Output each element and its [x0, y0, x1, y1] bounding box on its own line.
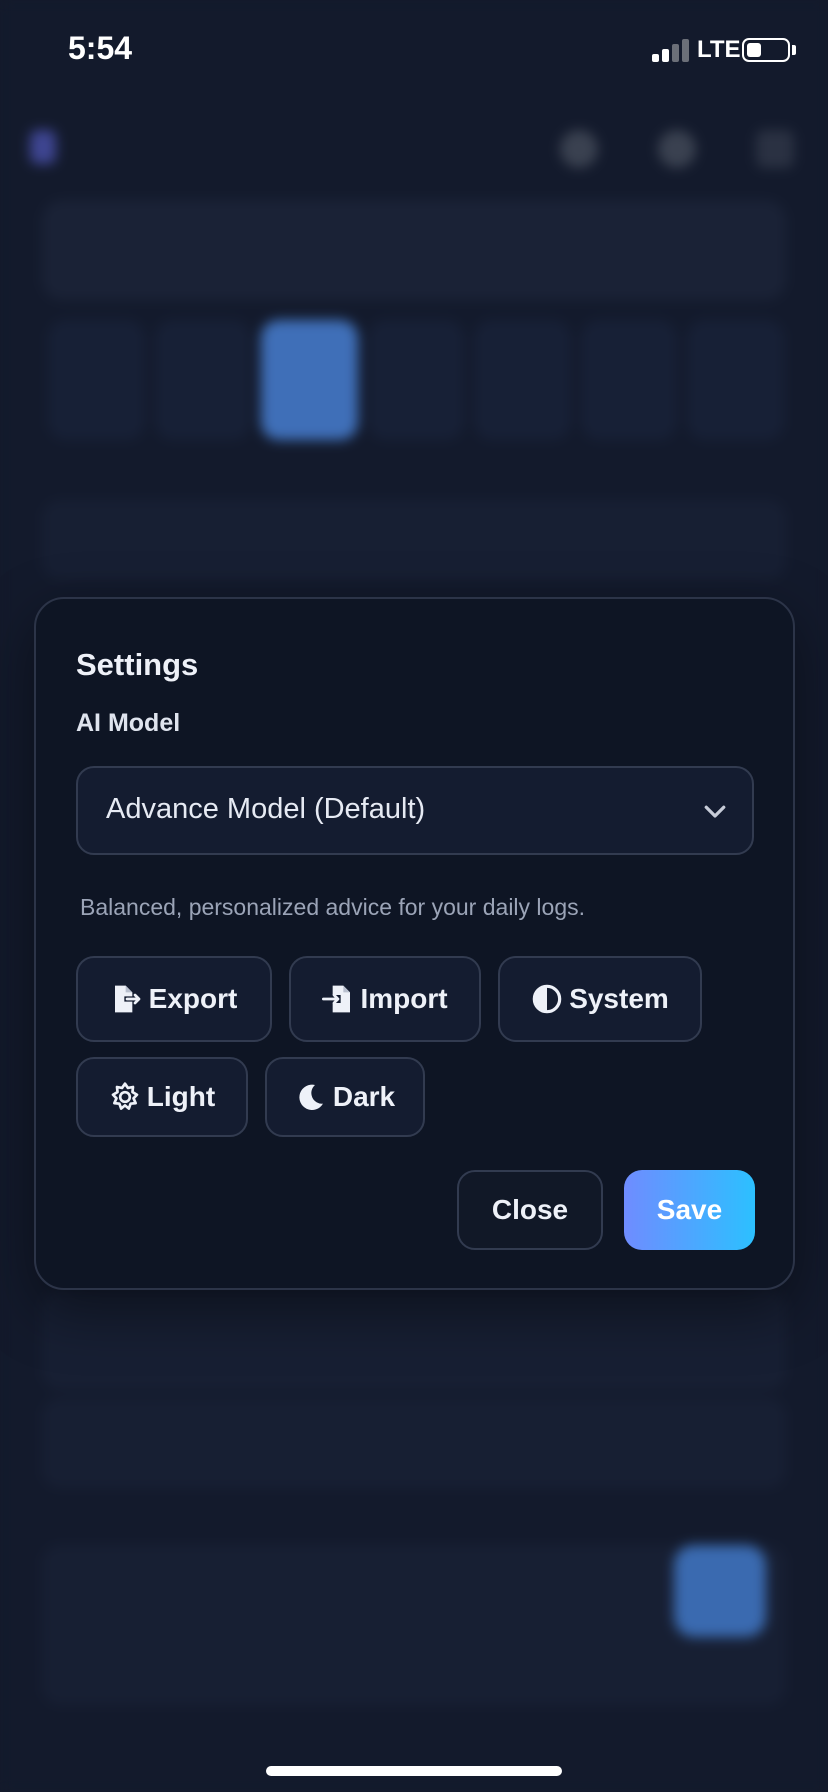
ai-model-select[interactable]: Advance Model (Default) — [76, 766, 754, 855]
background-header-icon — [658, 130, 696, 168]
ai-model-label: AI Model — [76, 709, 181, 737]
background-day-strip — [48, 320, 785, 440]
battery-icon — [742, 38, 790, 62]
status-bar: 5:54 LTE — [0, 0, 828, 100]
close-button[interactable]: Close — [457, 1170, 603, 1250]
background-header — [30, 120, 800, 180]
sun-gear-icon — [111, 1082, 139, 1110]
dark-label: Dark — [332, 1081, 396, 1112]
file-import-icon — [322, 985, 351, 1013]
background-log-entry — [42, 1398, 786, 1488]
cellular-signal-icon — [652, 38, 690, 62]
ai-model-selected-value: Advance Model (Default) — [106, 793, 426, 825]
background-date-card — [42, 200, 786, 300]
network-type: LTE — [697, 36, 741, 63]
background-menu-icon — [756, 130, 794, 168]
modal-title: Settings — [76, 647, 199, 682]
background-input-card — [42, 1545, 786, 1705]
import-button[interactable]: Import — [289, 956, 481, 1042]
settings-modal: Settings AI Model Advance Model (Default… — [34, 597, 795, 1290]
background-section-header — [42, 500, 786, 580]
dark-theme-button[interactable]: Dark — [265, 1057, 425, 1137]
status-time: 5:54 — [68, 30, 133, 66]
light-label: Light — [146, 1081, 216, 1112]
background-log-entry — [42, 1290, 786, 1390]
import-label: Import — [360, 983, 448, 1014]
background-header-icon — [560, 130, 598, 168]
battery-level — [747, 43, 761, 57]
home-indicator[interactable] — [266, 1766, 562, 1776]
system-label: System — [569, 983, 669, 1014]
ai-model-description: Balanced, personalized advice for your d… — [80, 894, 586, 920]
chevron-down-icon — [704, 805, 726, 818]
save-button[interactable]: Save — [624, 1170, 755, 1250]
background-logo — [30, 130, 56, 164]
export-label: Export — [148, 983, 238, 1014]
half-circle-contrast-icon — [532, 984, 562, 1014]
file-export-icon — [114, 985, 140, 1013]
moon-icon — [299, 1084, 323, 1110]
export-button[interactable]: Export — [76, 956, 272, 1042]
light-theme-button[interactable]: Light — [76, 1057, 248, 1137]
system-theme-button[interactable]: System — [498, 956, 702, 1042]
